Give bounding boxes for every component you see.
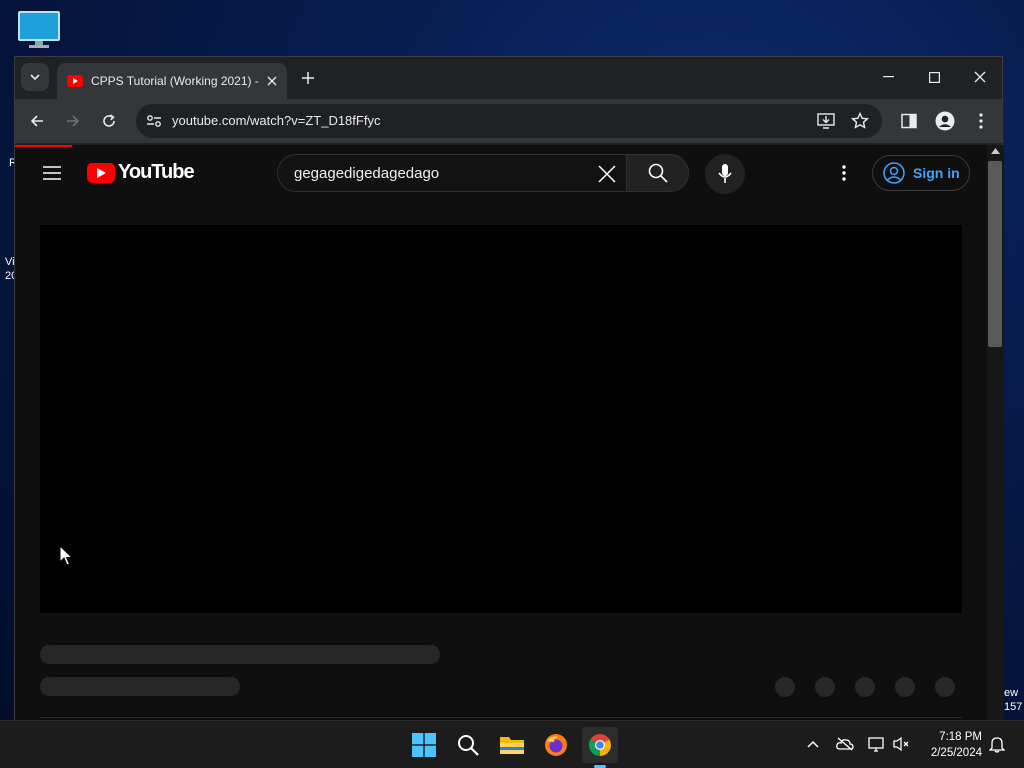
- address-bar[interactable]: youtube.com/watch?v=ZT_D18fFfyc: [136, 104, 882, 138]
- youtube-logo-text: YouTube: [118, 161, 195, 183]
- profile-icon: [935, 111, 955, 131]
- sign-in-label: Sign in: [913, 165, 960, 181]
- chrome-window: CPPS Tutorial (Working 2021) - youtube.c…: [14, 56, 1004, 721]
- profile-button[interactable]: [931, 107, 959, 135]
- close-icon: [598, 165, 616, 183]
- voice-search-button[interactable]: [705, 154, 745, 194]
- computer-monitor-icon[interactable]: [16, 10, 62, 50]
- settings-menu-button[interactable]: [833, 161, 855, 185]
- window-close-button[interactable]: [957, 63, 1003, 91]
- chevron-down-icon: [30, 74, 40, 81]
- side-panel-button[interactable]: [895, 107, 923, 135]
- reload-button[interactable]: [95, 107, 123, 135]
- star-icon: [851, 112, 869, 129]
- divider: [40, 717, 962, 718]
- microphone-icon: [718, 164, 732, 183]
- browser-tab[interactable]: CPPS Tutorial (Working 2021) -: [57, 63, 287, 99]
- page-scrollbar[interactable]: [987, 145, 1004, 721]
- install-icon: [817, 113, 835, 129]
- back-button[interactable]: [23, 107, 51, 135]
- tab-close-button[interactable]: [263, 72, 281, 90]
- address-text[interactable]: youtube.com/watch?v=ZT_D18fFfyc: [172, 113, 380, 128]
- plus-icon: [302, 72, 314, 84]
- youtube-play-icon: [87, 162, 115, 183]
- mouse-cursor-icon: [59, 545, 73, 566]
- arrow-left-icon: [30, 115, 43, 127]
- file-explorer-icon[interactable]: [494, 727, 530, 763]
- more-vert-icon: [842, 165, 846, 181]
- browser-toolbar: youtube.com/watch?v=ZT_D18fFfyc: [15, 99, 1002, 143]
- close-icon: [974, 71, 986, 83]
- account-circle-icon: [883, 162, 905, 184]
- action-placeholder: [935, 677, 955, 697]
- search-button[interactable]: [626, 154, 689, 192]
- search-icon[interactable]: [450, 727, 486, 763]
- page-viewport: YouTube gegagedigedagedago Sign in: [15, 145, 987, 721]
- desktop-edge-text: 157: [1004, 701, 1023, 713]
- system-clock[interactable]: 7:18 PM 2/25/2024: [918, 729, 982, 761]
- taskbar: 7:18 PM 2/25/2024: [0, 720, 1024, 768]
- more-vert-icon: [979, 113, 983, 129]
- clock-date: 2/25/2024: [930, 747, 982, 759]
- site-info-button[interactable]: [144, 111, 164, 131]
- volume-muted-icon[interactable]: [890, 733, 912, 755]
- minimize-icon: [882, 76, 894, 78]
- reload-icon: [103, 114, 115, 127]
- youtube-header: YouTube gegagedigedagedago Sign in: [15, 145, 987, 201]
- action-placeholder: [855, 677, 875, 697]
- install-app-button[interactable]: [816, 111, 836, 131]
- onedrive-icon[interactable]: [834, 733, 856, 755]
- video-player[interactable]: [40, 225, 962, 613]
- tab-title: CPPS Tutorial (Working 2021) -: [91, 74, 259, 88]
- action-placeholder: [895, 677, 915, 697]
- youtube-logo[interactable]: YouTube: [87, 161, 195, 184]
- search-input-value[interactable]: gegagedigedagedago: [294, 165, 439, 182]
- windows-start-icon[interactable]: [406, 727, 442, 763]
- maximize-button[interactable]: [911, 63, 957, 91]
- title-placeholder: [40, 645, 440, 664]
- title-bar: CPPS Tutorial (Working 2021) -: [15, 57, 1002, 99]
- network-icon[interactable]: [866, 733, 888, 755]
- scroll-up-icon: [991, 148, 1000, 154]
- browser-menu-button[interactable]: [967, 107, 995, 135]
- search-input[interactable]: gegagedigedagedago: [277, 154, 627, 192]
- firefox-icon[interactable]: [538, 727, 574, 763]
- action-placeholder: [775, 677, 795, 697]
- close-icon: [267, 76, 277, 86]
- new-tab-button[interactable]: [297, 67, 319, 89]
- search-icon: [648, 163, 668, 183]
- arrow-right-icon: [67, 115, 80, 127]
- sign-in-button[interactable]: Sign in: [872, 155, 970, 191]
- clock-time: 7:18 PM: [939, 731, 982, 743]
- tab-search-button[interactable]: [21, 63, 49, 91]
- chrome-icon[interactable]: [582, 727, 618, 768]
- maximize-icon: [928, 71, 940, 83]
- tune-icon: [147, 115, 161, 127]
- menu-icon: [43, 166, 61, 180]
- channel-placeholder: [40, 677, 240, 696]
- action-placeholder: [815, 677, 835, 697]
- side-panel-icon: [901, 113, 917, 129]
- chevron-up-icon[interactable]: [802, 733, 824, 755]
- bookmark-star-button[interactable]: [850, 111, 870, 131]
- guide-menu-button[interactable]: [39, 160, 65, 186]
- clear-search-button[interactable]: [594, 161, 620, 187]
- forward-button[interactable]: [59, 107, 87, 135]
- minimize-button[interactable]: [865, 63, 911, 91]
- scrollbar-thumb[interactable]: [988, 161, 1002, 347]
- youtube-favicon-icon: [67, 75, 83, 87]
- desktop-edge-text: ew: [1004, 687, 1019, 699]
- notification-bell-icon[interactable]: [986, 733, 1008, 755]
